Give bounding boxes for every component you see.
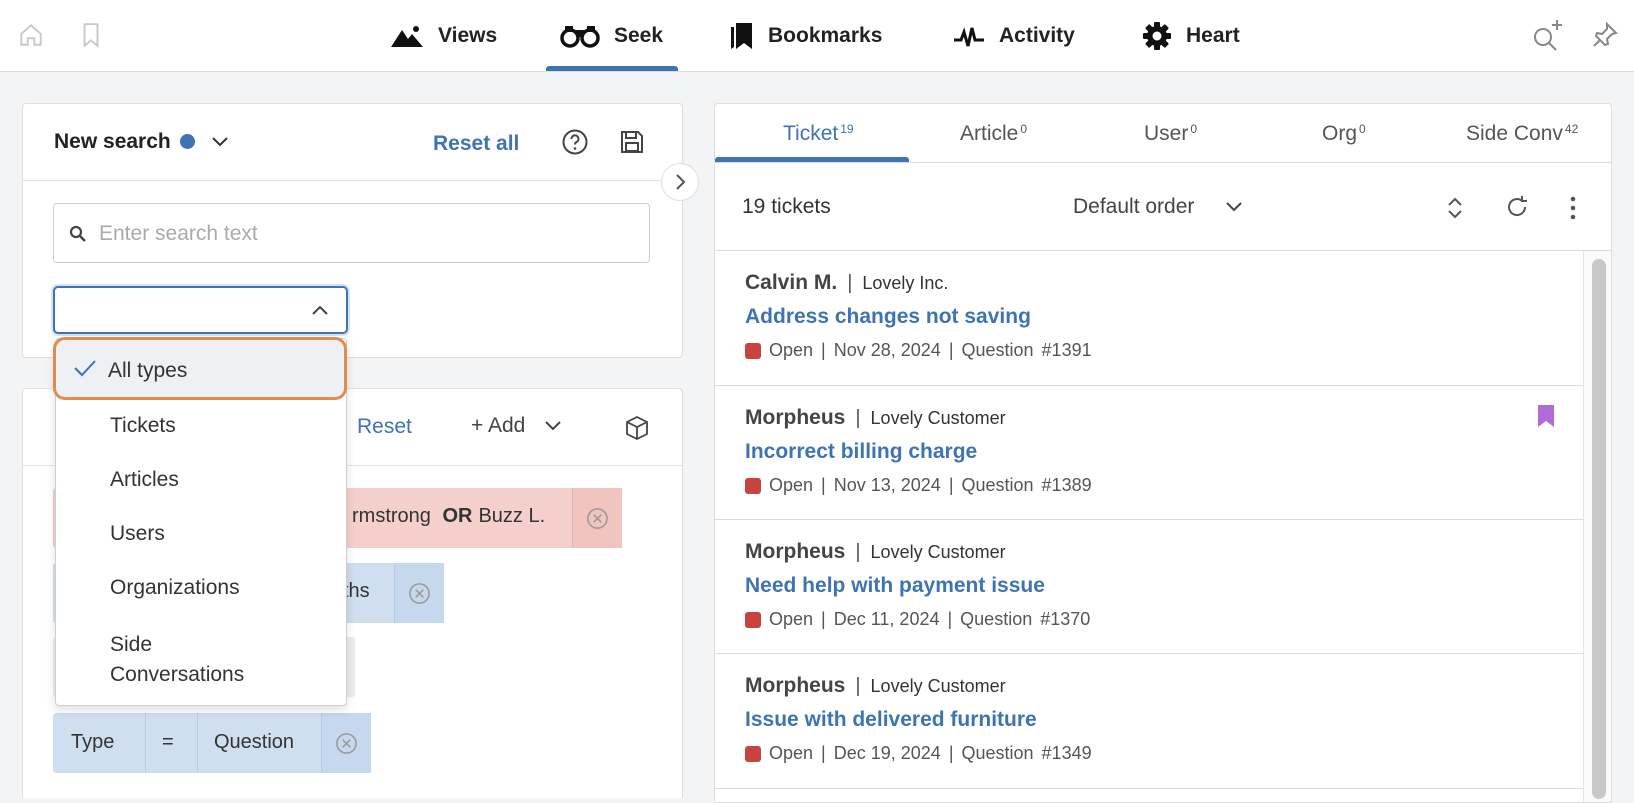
remove-filter-icon[interactable]: [408, 582, 431, 605]
nav-tab-label: Activity: [999, 24, 1075, 47]
bookmark-icon[interactable]: [1537, 404, 1555, 428]
more-options-icon[interactable]: [1569, 195, 1577, 221]
nav-tab-heart[interactable]: Heart: [1142, 0, 1240, 72]
chevron-down-icon[interactable]: [544, 419, 562, 431]
results-panel: Ticket 19 Article 0 User 0 Org 0 Side Conv 42…: [714, 103, 1612, 803]
nav-tab-views[interactable]: Views: [390, 0, 497, 72]
bookmarks-icon: [731, 23, 752, 49]
search-title[interactable]: New search: [54, 130, 171, 154]
dropdown-option-users[interactable]: Users: [110, 522, 165, 546]
dropdown-option-tickets[interactable]: Tickets: [110, 414, 176, 438]
requester: Morpheus | Lovely Customer: [745, 406, 1006, 429]
nav-tab-label: Views: [438, 24, 498, 47]
result-tab-ticket[interactable]: Ticket 19: [783, 122, 854, 146]
gear-icon: [1143, 22, 1171, 50]
chip-value: ths: [343, 580, 370, 602]
result-tab-org[interactable]: Org 0: [1322, 122, 1366, 146]
chip-divider: [197, 713, 198, 773]
option-label-line1: Side: [110, 633, 153, 656]
status-badge: [745, 611, 761, 628]
nav-tab-label: Heart: [1186, 24, 1240, 47]
status-badge: [745, 745, 761, 762]
help-icon[interactable]: [561, 128, 589, 156]
scrollbar-thumb[interactable]: [1592, 259, 1606, 799]
cube-icon[interactable]: [624, 415, 650, 441]
ticket-title-link[interactable]: Issue with delivered furniture: [745, 708, 1037, 732]
active-tab-indicator: [546, 66, 678, 71]
nav-tab-activity[interactable]: Activity: [953, 0, 1075, 72]
ticket-meta: Open | Dec 11, 2024 | Question #1370: [745, 609, 1090, 630]
ticket-title-link[interactable]: Address changes not saving: [745, 305, 1031, 329]
search-input[interactable]: Enter search text: [53, 203, 650, 263]
ticket-title-link[interactable]: Incorrect billing charge: [745, 440, 977, 464]
status-badge: [745, 342, 761, 359]
result-tab-article[interactable]: Article 0: [960, 122, 1027, 146]
status-badge: [745, 477, 761, 494]
result-count: 19 tickets: [742, 195, 831, 218]
result-tab-user[interactable]: User 0: [1144, 122, 1197, 146]
requester: Morpheus | Lovely Customer: [745, 540, 1006, 563]
dropdown-option-organizations[interactable]: Organizations: [110, 576, 240, 600]
filter-chip-type: Type = Question: [53, 713, 371, 773]
pin-icon[interactable]: [1588, 18, 1622, 52]
list-item[interactable]: Morpheus | Lovely Customer Issue with deli…: [715, 654, 1583, 789]
result-tab-side-conv[interactable]: Side Conv 42: [1466, 122, 1578, 146]
remove-filter-icon[interactable]: [335, 732, 358, 755]
remove-filter-icon[interactable]: [586, 507, 609, 530]
chip-field: Type: [71, 731, 115, 753]
reset-all-button[interactable]: Reset all: [433, 132, 519, 156]
collapse-panel-button[interactable]: [661, 163, 699, 201]
scrollbar-track[interactable]: [1583, 251, 1611, 802]
option-label: All types: [108, 359, 188, 382]
chevron-down-icon[interactable]: [1225, 200, 1243, 212]
home-icon[interactable]: [14, 18, 48, 52]
requester: Calvin M. | Lovely Inc.: [745, 271, 949, 294]
chip-operator: =: [162, 731, 174, 753]
filter-reset-button[interactable]: Reset: [357, 415, 412, 439]
requester: Morpheus | Lovely Customer: [745, 674, 1006, 697]
nav-tab-label: Seek: [614, 24, 664, 47]
divider: [715, 162, 1611, 163]
chevron-up-icon: [312, 305, 328, 315]
dropdown-option-articles[interactable]: Articles: [110, 468, 179, 492]
mountain-icon: [391, 26, 423, 47]
chevron-down-icon[interactable]: [211, 134, 229, 148]
list-item[interactable]: Morpheus | Lovely Customer Need help with …: [715, 520, 1583, 654]
pulse-icon: [954, 27, 984, 47]
option-label-line2: Conversations: [110, 663, 245, 686]
dropdown-option-side-conversations[interactable]: Side Conversations: [110, 630, 244, 690]
nav-tab-bookmarks[interactable]: Bookmarks: [728, 0, 882, 72]
add-filter-button[interactable]: + Add: [471, 414, 525, 438]
search-panel: New search Reset all Enter search text: [22, 103, 683, 358]
unsaved-dot: [180, 134, 195, 149]
search-icon: [69, 225, 86, 242]
sort-order-select[interactable]: Default order: [1073, 195, 1194, 219]
chevron-right-icon: [676, 174, 686, 190]
binoculars-icon: [560, 26, 600, 48]
bookmark-icon[interactable]: [74, 18, 108, 52]
ticket-meta: Open | Nov 28, 2024 | Question #1391: [745, 340, 1092, 361]
nav-tab-label: Bookmarks: [768, 24, 883, 47]
chip-divider: [145, 713, 146, 773]
chip-value: Question: [214, 731, 295, 753]
type-select[interactable]: [53, 286, 348, 334]
refresh-icon[interactable]: [1504, 194, 1530, 220]
results-list: Calvin M. | Lovely Inc. Address changes no…: [715, 251, 1611, 802]
list-item[interactable]: Morpheus | Lovely Customer Incorrect billi…: [715, 386, 1583, 520]
divider: [23, 180, 682, 181]
checkmark-icon: [74, 360, 96, 377]
search-placeholder: Enter search text: [99, 222, 258, 245]
chip-value: rmstrong OR Buzz L.: [352, 505, 546, 527]
new-search-icon[interactable]: [1530, 18, 1564, 52]
ticket-title-link[interactable]: Need help with payment issue: [745, 574, 1045, 598]
dropdown-option-all-types[interactable]: All types: [53, 337, 347, 400]
expand-collapse-icon[interactable]: [1445, 195, 1465, 221]
ticket-meta: Open | Dec 19, 2024 | Question #1349: [745, 743, 1092, 764]
list-item[interactable]: Calvin M. | Lovely Inc. Address changes no…: [715, 251, 1583, 386]
ticket-meta: Open | Nov 13, 2024 | Question #1389: [745, 475, 1092, 496]
nav-tab-seek[interactable]: Seek: [560, 0, 663, 72]
save-icon[interactable]: [619, 129, 645, 155]
top-navigation-bar: Views Seek Bookmarks Activity Heart: [0, 0, 1634, 72]
